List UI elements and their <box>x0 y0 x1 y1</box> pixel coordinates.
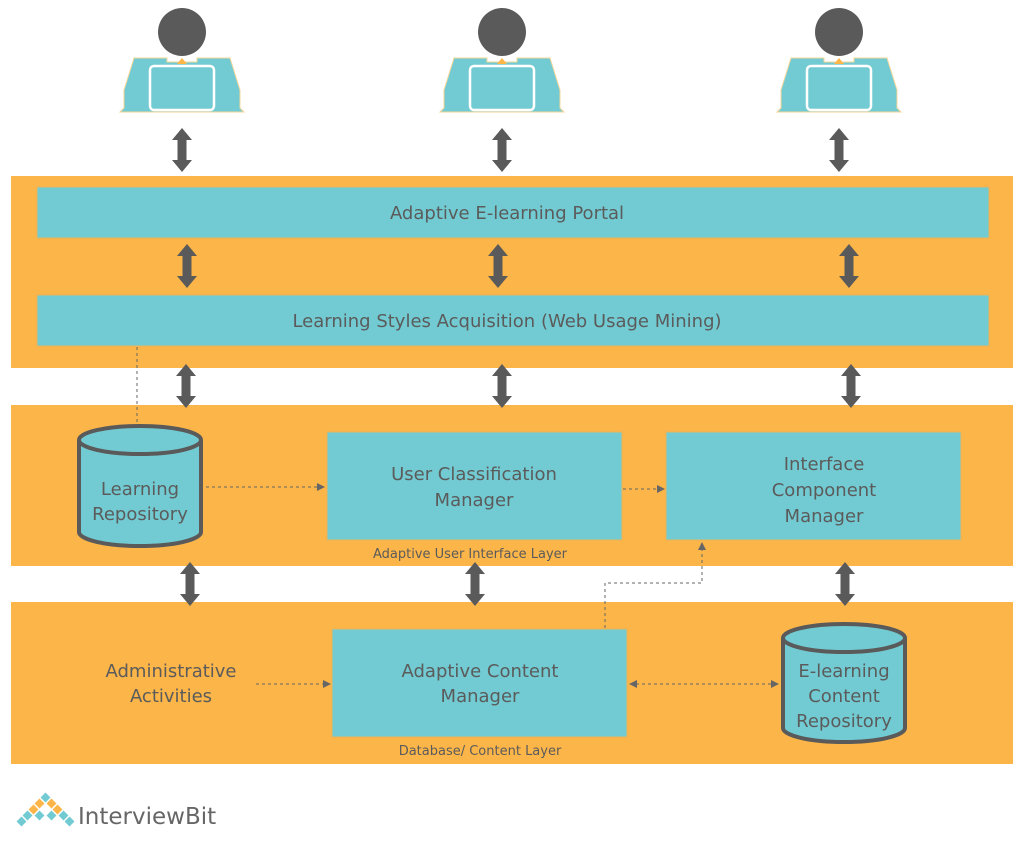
user-icon <box>118 6 246 114</box>
svg-text:Administrative: Administrative <box>105 661 236 682</box>
architecture-diagram: Adaptive E-learning Portal Learning Styl… <box>11 6 1013 830</box>
svg-text:Manager: Manager <box>441 686 520 707</box>
svg-text:Repository: Repository <box>796 711 892 732</box>
interviewbit-logo: InterviewBit <box>16 792 216 830</box>
svg-text:Learning: Learning <box>101 479 179 500</box>
learning-styles-acquisition-box: Learning Styles Acquisition (Web Usage M… <box>36 294 990 347</box>
learning-repository-database-icon: Learning Repository <box>77 424 203 548</box>
svg-text:Component: Component <box>772 480 877 501</box>
user-icon <box>438 6 566 114</box>
interface-component-manager-box: Interface Component Manager <box>665 431 962 541</box>
user-icon <box>775 6 903 114</box>
content-repository-database-icon: E-learning Content Repository <box>781 622 907 744</box>
svg-text:InterviewBit: InterviewBit <box>78 804 216 830</box>
adaptive-content-manager-box: Adaptive Content Manager <box>331 628 628 738</box>
svg-text:Interface: Interface <box>784 454 865 475</box>
ui-layer-label: Adaptive User Interface Layer <box>373 547 568 562</box>
user-classification-manager-box: User Classification Manager <box>326 431 623 541</box>
svg-text:Activities: Activities <box>130 686 212 707</box>
svg-text:Adaptive Content: Adaptive Content <box>402 661 559 682</box>
svg-text:User Classification: User Classification <box>391 464 557 485</box>
portal-box: Adaptive E-learning Portal <box>36 186 990 239</box>
content-layer-label: Database/ Content Layer <box>399 744 562 759</box>
svg-text:Learning Styles Acquisition (W: Learning Styles Acquisition (Web Usage M… <box>292 311 721 332</box>
svg-text:Manager: Manager <box>435 490 514 511</box>
svg-text:Repository: Repository <box>92 504 188 525</box>
svg-text:Adaptive E-learning Portal: Adaptive E-learning Portal <box>390 203 624 224</box>
svg-text:E-learning: E-learning <box>798 661 889 682</box>
svg-text:Manager: Manager <box>785 506 864 527</box>
svg-text:Content: Content <box>808 686 880 707</box>
